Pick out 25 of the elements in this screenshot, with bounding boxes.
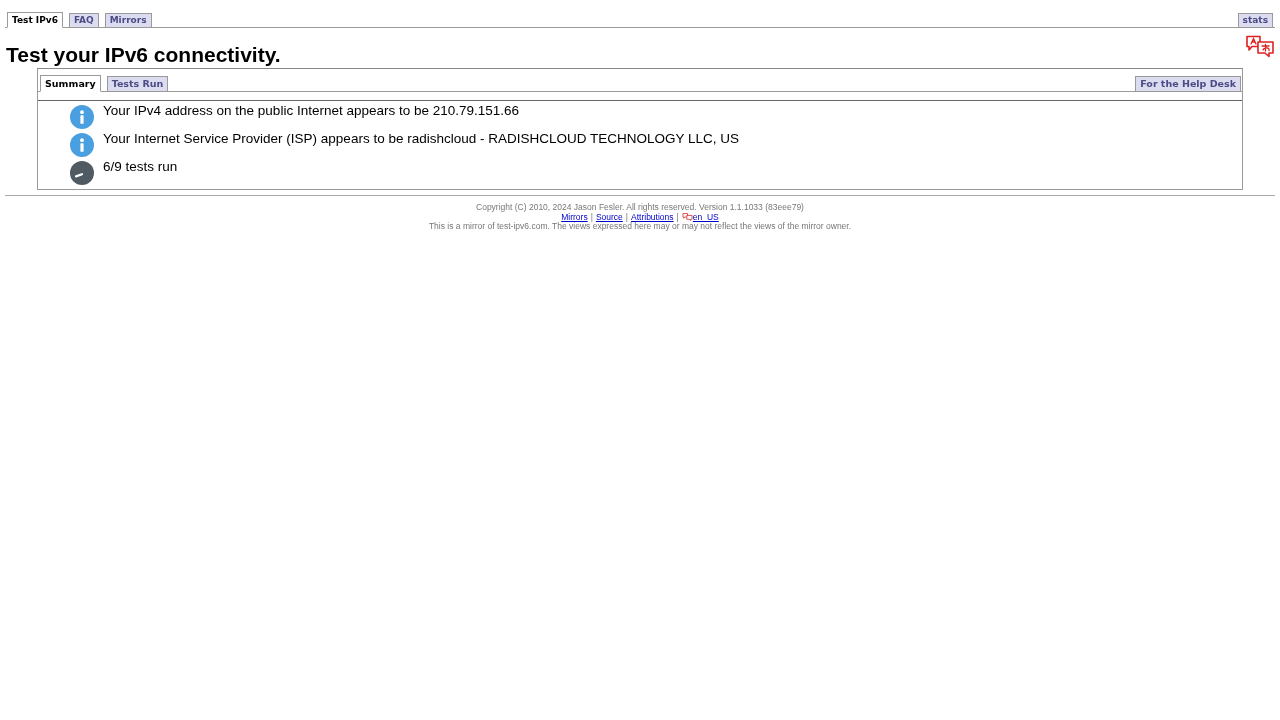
panel-tab[interactable]: For the Help Desk [1135,76,1241,92]
copyright-text: Copyright (C) 2010, 2024 Jason Fesler. All rights reserved. Version 1.1.1033 (83eee79) [476,203,804,213]
link-separator: | [676,212,679,222]
result-text: 6/9 tests run [103,159,178,175]
nav-tab[interactable]: stats [1237,13,1273,28]
speech-bubbles-icon[interactable] [1245,35,1275,58]
result-text: Your IPv4 address on the public Internet appears to be 210.79.151.66 [103,103,520,119]
panel-tab[interactable]: Summary [40,75,101,92]
link-separator: | [625,212,629,222]
footer-link[interactable]: Source [595,212,623,222]
nav-tab[interactable]: FAQ [68,13,99,28]
nav-tab[interactable]: Test IPv6 [7,12,63,28]
page-heading: Test your IPv6 connectivity. [6,42,281,67]
info-icon [70,133,94,157]
language-link[interactable]: en_US [692,212,719,222]
speech-bubbles-icon[interactable] [681,213,693,222]
panel-tab[interactable]: Tests Run [106,76,169,92]
gauge-icon [70,161,94,185]
nav-tab[interactable]: Mirrors [104,13,152,28]
mirror-note: This is a mirror of test-ipv6.com. The views expressed here may or may not reflect the views of the mirror owner. [428,222,852,232]
info-icon [70,105,94,129]
footer-link[interactable]: Mirrors [561,212,588,222]
result-text: Your Internet Service Provider (ISP) appears to be radishcloud - RADISHCLOUD TECHNOLOGY LLC, US [103,131,739,147]
link-separator: | [590,212,593,222]
footer-link[interactable]: Attributions [631,212,674,222]
